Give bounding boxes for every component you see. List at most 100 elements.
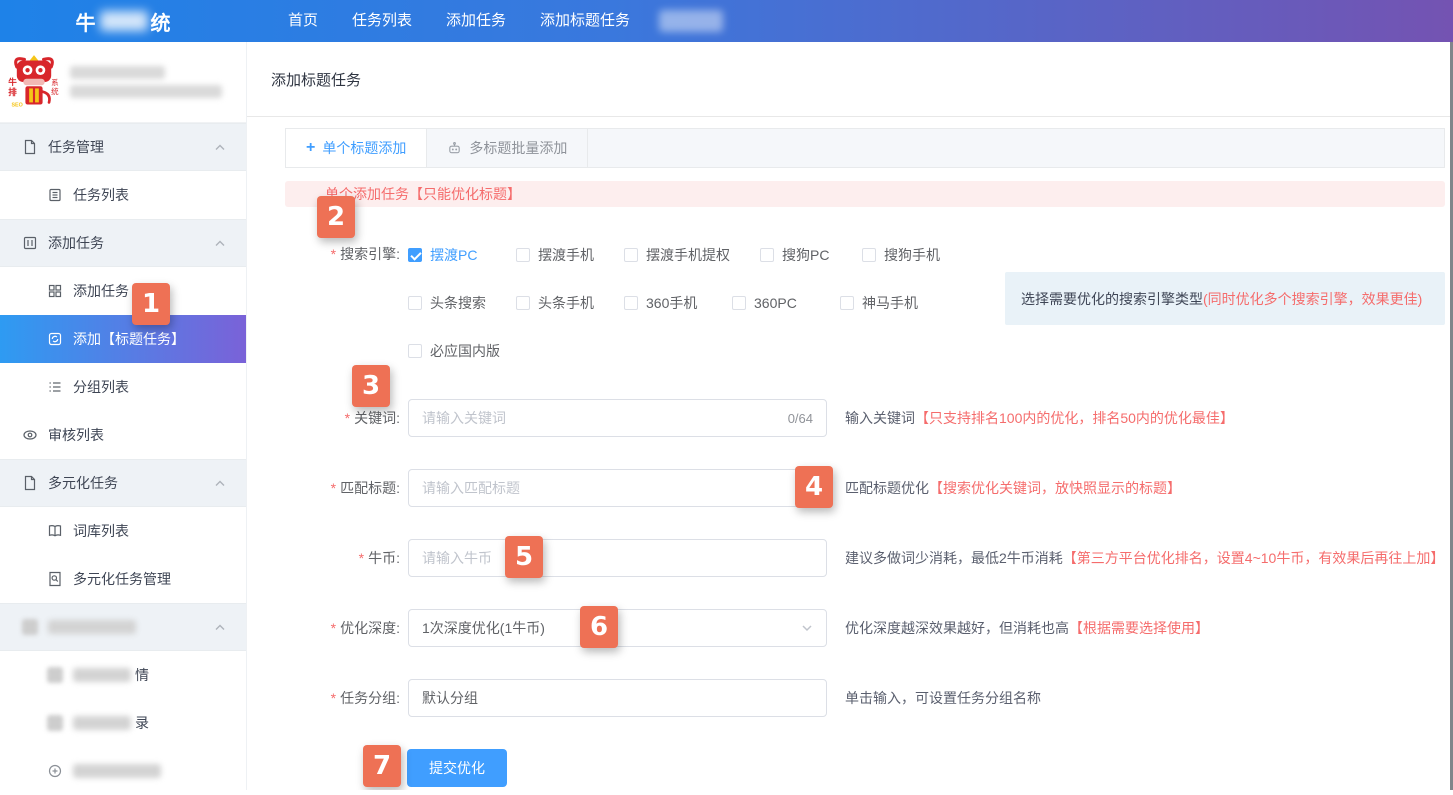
sidebar-group-task-management[interactable]: 任务管理 xyxy=(0,123,246,171)
checkbox-icon xyxy=(516,296,530,310)
nav-item-home[interactable]: 首页 xyxy=(271,0,335,42)
checkbox-sogou-mobile[interactable]: 搜狗手机 xyxy=(862,245,940,265)
chevron-up-icon xyxy=(214,478,226,490)
file-icon xyxy=(22,475,38,491)
checkbox-bing-cn[interactable]: 必应国内版 xyxy=(408,341,500,361)
keyword-counter: 0/64 xyxy=(788,411,813,426)
coin-hint: 建议多做词少消耗，最低2牛币消耗【第三方平台优化排名，设置4~10牛币，有效果后… xyxy=(845,539,1444,577)
chevron-up-icon xyxy=(214,142,226,154)
tab-multi-title-batch-add[interactable]: 多标题批量添加 xyxy=(427,129,588,167)
match-title-input[interactable] xyxy=(422,480,813,496)
match-title-label: *匹配标题: xyxy=(285,469,408,507)
tab-bar: + 单个标题添加 多标题批量添加 xyxy=(285,128,1445,168)
engine-row-1: 摆渡PC 摆渡手机 摆渡手机提权 搜狗PC 搜狗手机 xyxy=(408,245,940,265)
sidebar-item-diversified-task-mgmt[interactable]: 多元化任务管理 xyxy=(0,555,246,603)
sidebar-group-redacted[interactable] xyxy=(0,603,246,651)
match-title-input-box xyxy=(408,469,827,507)
sidebar-item-label: 分组列表 xyxy=(73,377,129,397)
depth-label: *优化深度: xyxy=(285,609,408,647)
checkbox-baidu-mobile[interactable]: 摆渡手机 xyxy=(516,245,624,265)
sidebar-item-word-library[interactable]: 词库列表 xyxy=(0,507,246,555)
task-group-hint: 单击输入，可设置任务分组名称 xyxy=(845,679,1041,717)
bull-mascot-logo: 牛 排 系 统 SEO xyxy=(8,53,60,111)
step-badge-4: 4 xyxy=(795,466,833,508)
checkbox-sogou-pc[interactable]: 搜狗PC xyxy=(760,245,862,265)
checkbox-toutiao-search[interactable]: 头条搜索 xyxy=(408,293,516,313)
redacted-icon xyxy=(47,715,63,731)
tab-label: 单个标题添加 xyxy=(322,138,406,158)
chevron-up-icon xyxy=(214,622,226,634)
submit-optimize-button[interactable]: 提交优化 xyxy=(407,749,507,787)
sidebar-item-label: 添加任务 xyxy=(73,281,129,301)
sidebar-item-add-task[interactable]: 添加任务 xyxy=(0,267,246,315)
list-box-icon xyxy=(47,187,63,203)
step-badge-1: 1 xyxy=(132,283,170,325)
required-asterisk: * xyxy=(345,410,350,426)
task-group-input[interactable] xyxy=(422,690,813,706)
sidebar-profile: 牛 排 系 统 SEO xyxy=(0,42,246,123)
coin-input[interactable] xyxy=(422,550,813,566)
sidebar-item-redacted-2[interactable]: 录 xyxy=(0,699,246,747)
checkbox-baidu-pc[interactable]: 摆渡PC xyxy=(408,245,516,265)
sidebar-item-task-list[interactable]: 任务列表 xyxy=(0,171,246,219)
checkbox-icon xyxy=(732,296,746,310)
chevron-up-icon xyxy=(214,238,226,250)
sidebar-group-label: 添加任务 xyxy=(48,233,104,253)
profile-line-2 xyxy=(70,85,222,98)
plus-icon: + xyxy=(306,140,315,156)
checkbox-360-mobile[interactable]: 360手机 xyxy=(624,293,732,313)
brand-logo-text: 牛 统 xyxy=(0,7,247,36)
redacted-icon xyxy=(22,619,38,635)
checkbox-baidu-mobile-boost[interactable]: 摆渡手机提权 xyxy=(624,245,760,265)
svg-text:SEO: SEO xyxy=(11,103,22,109)
form-row-task-group: *任务分组: 单击输入，可设置任务分组名称 xyxy=(285,679,1445,717)
sidebar: 牛 排 系 统 SEO 任务管理 任务列表 添加任务 xyxy=(0,42,247,790)
match-title-hint: 匹配标题优化【搜索优化关键词，放快照显示的标题】 xyxy=(845,469,1181,507)
sidebar-group-add-task[interactable]: 添加任务 xyxy=(0,219,246,267)
nav-item-add-task[interactable]: 添加任务 xyxy=(429,0,523,42)
checkbox-icon xyxy=(624,296,638,310)
keyword-input[interactable] xyxy=(422,410,780,426)
required-asterisk: * xyxy=(331,690,336,706)
depth-hint: 优化深度越深效果越好，但消耗也高【根据需要选择使用】 xyxy=(845,609,1209,647)
sidebar-item-review-list[interactable]: 审核列表 xyxy=(0,411,246,459)
step-badge-2: 2 xyxy=(317,196,355,238)
coin-label: *牛币: xyxy=(285,539,408,577)
book-icon xyxy=(47,523,63,539)
nav-item-task-list[interactable]: 任务列表 xyxy=(335,0,429,42)
sidebar-group-diversified-tasks[interactable]: 多元化任务 xyxy=(0,459,246,507)
sidebar-group-label: 多元化任务 xyxy=(48,473,118,493)
redacted-label xyxy=(73,764,161,778)
file-icon xyxy=(22,139,38,155)
checkbox-icon xyxy=(408,296,422,310)
sidebar-item-redacted-1[interactable]: 情 xyxy=(0,651,246,699)
tab-single-title-add[interactable]: + 单个标题添加 xyxy=(286,129,427,167)
checkbox-shenma-mobile[interactable]: 神马手机 xyxy=(840,293,918,313)
sidebar-item-group-list[interactable]: 分组列表 xyxy=(0,363,246,411)
coin-input-box xyxy=(408,539,827,577)
chevron-down-icon xyxy=(801,622,813,634)
redacted-label xyxy=(73,716,131,730)
checkbox-checked-icon xyxy=(408,248,422,262)
brand-redacted-blur xyxy=(100,11,148,31)
nav-menu: 首页 任务列表 添加任务 添加标题任务 xyxy=(271,0,723,42)
step-badge-3: 3 xyxy=(352,365,390,407)
checkbox-toutiao-mobile[interactable]: 头条手机 xyxy=(516,293,624,313)
content: + 单个标题添加 多标题批量添加 单个添加任务【只能优化标题】 2 *搜索引擎: xyxy=(247,117,1453,787)
sidebar-item-label: 多元化任务管理 xyxy=(73,569,171,589)
sidebar-item-redacted-3[interactable] xyxy=(0,747,246,795)
step-badge-6: 6 xyxy=(580,606,618,648)
engine-row-2: 头条搜索 头条手机 360手机 360PC 神马手机 xyxy=(408,293,940,313)
engine-hint-box: 选择需要优化的搜索引擎类型(同时优化多个搜索引擎，效果更佳) xyxy=(1005,272,1445,325)
nav-item-redacted[interactable] xyxy=(659,10,723,32)
step-badge-7: 7 xyxy=(363,745,401,787)
profile-redacted-text xyxy=(70,60,238,104)
keyword-input-box: 0/64 xyxy=(408,399,827,437)
form-row-coin: *牛币: 建议多做词少消耗，最低2牛币消耗【第三方平台优化排名，设置4~10牛币… xyxy=(285,539,1445,577)
svg-text:牛: 牛 xyxy=(8,76,17,87)
nav-item-add-title-task[interactable]: 添加标题任务 xyxy=(523,0,647,42)
doc-search-icon xyxy=(47,571,63,587)
form-row-match-title: *匹配标题: 匹配标题优化【搜索优化关键词，放快照显示的标题】 4 xyxy=(285,469,1445,507)
checkbox-360-pc[interactable]: 360PC xyxy=(732,295,840,311)
sidebar-item-add-title-task-active[interactable]: 添加【标题任务】 xyxy=(0,315,246,363)
